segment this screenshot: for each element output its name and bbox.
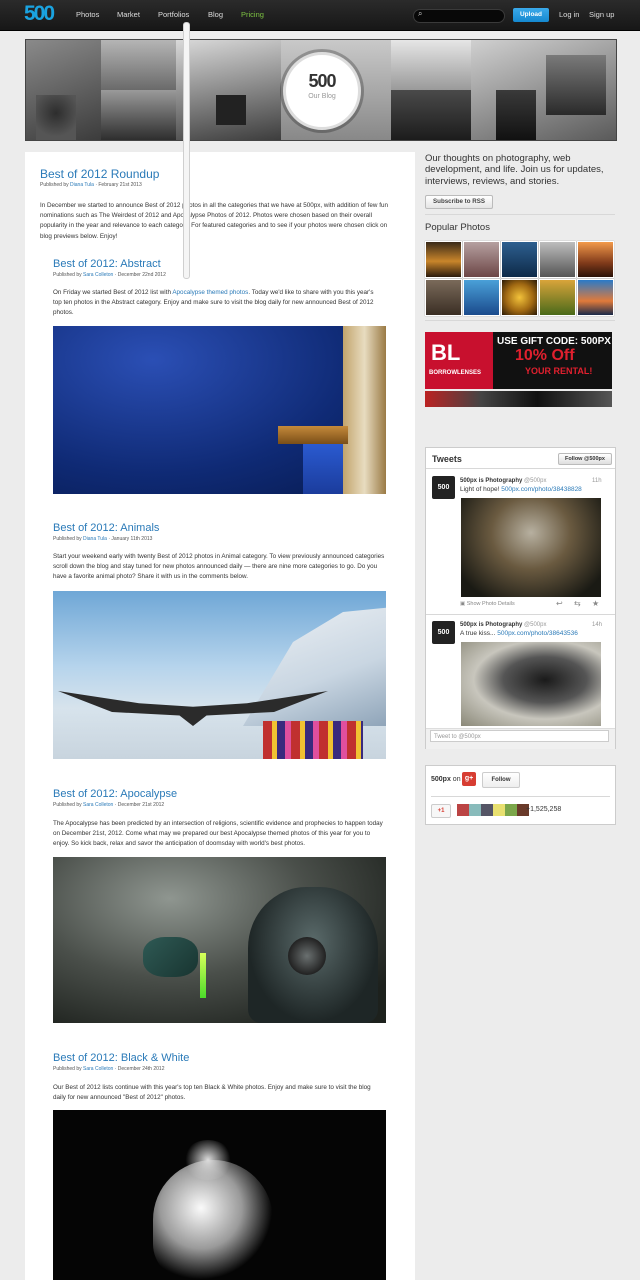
popular-photo-thumb[interactable] — [463, 241, 500, 278]
author-link[interactable]: Diana Tula — [70, 182, 94, 188]
author-link[interactable]: Sara Colleton — [83, 802, 113, 808]
author-link[interactable]: Diana Tula — [83, 536, 107, 542]
post-meta-apocalypse: Published by Sara Colleton · December 21… — [53, 802, 165, 808]
author-link[interactable]: Sara Colleton — [83, 1066, 113, 1072]
twitter-follow-button[interactable]: Follow @500px — [558, 453, 612, 465]
avatar — [505, 804, 517, 816]
post-image-animals[interactable] — [53, 591, 386, 759]
avatar — [481, 804, 493, 816]
popular-photo-thumb[interactable] — [539, 241, 576, 278]
badge-label: Our Blog — [308, 93, 336, 100]
tweets-widget: Tweets Follow @500px 500 500px is Photog… — [425, 447, 616, 749]
gplus-page-name: 500px on — [431, 776, 461, 783]
search-icon: ⌕ — [418, 9, 423, 18]
tweet-link[interactable]: 500px.com/photo/38438828 — [501, 486, 582, 493]
post-body-abstract: On Friday we started Best of 2012 list w… — [53, 289, 374, 317]
badge-logo: 500 — [308, 71, 336, 91]
subscribe-rss-button[interactable]: Subscribe to RSS — [425, 195, 493, 209]
blog-badge[interactable]: 500 Our Blog — [283, 52, 361, 130]
upload-button[interactable]: Upload — [513, 8, 549, 22]
nav-market[interactable]: Market — [117, 10, 140, 19]
reply-icon[interactable]: ↩ — [556, 599, 563, 608]
tweet-header: 500px is Photography @500px — [460, 622, 547, 628]
nav-portfolios[interactable]: Portfolios — [158, 10, 189, 19]
tweet-text: Light of hope! 500px.com/photo/38438828 — [460, 486, 582, 493]
ad-brand-sub: BORROWLENSES — [429, 370, 482, 376]
post-title-abstract[interactable]: Best of 2012: Abstract — [53, 258, 161, 270]
post-meta-animals: Published by Diana Tula · January 11th 2… — [53, 536, 153, 542]
post-meta-roundup: Published by Diana Tula · February 21st … — [40, 182, 142, 188]
plus-one-button[interactable]: +1 — [431, 804, 451, 818]
ad-rental: YOUR RENTAL! — [525, 366, 593, 376]
avatar[interactable]: 500 — [432, 476, 455, 499]
gplus-follow-button[interactable]: Follow — [482, 772, 520, 788]
post-body-roundup: In December we started to announce Best … — [40, 202, 388, 240]
tweet-photo[interactable] — [461, 642, 601, 726]
popular-photo-thumb[interactable] — [501, 241, 538, 278]
tweet-link[interactable]: 500px.com/photo/38643536 — [497, 630, 578, 637]
login-link[interactable]: Log in — [559, 10, 579, 19]
nav-photos[interactable]: Photos — [76, 10, 99, 19]
nav-pricing[interactable]: Pricing — [241, 10, 264, 19]
divider — [425, 214, 615, 215]
tweet-header: 500px is Photography @500px — [460, 478, 547, 484]
popular-photos-title: Popular Photos — [425, 222, 490, 233]
avatar — [493, 804, 505, 816]
post-body-animals: Start your weekend early with twenty Bes… — [53, 553, 385, 581]
gplus-icon[interactable]: g+ — [462, 772, 476, 786]
popular-photo-thumb[interactable] — [501, 279, 538, 316]
avatar — [469, 804, 481, 816]
avatar — [457, 804, 469, 816]
gplus-widget: 500px on g+ Follow +1 +1,525,258 — [425, 765, 616, 825]
retweet-icon[interactable]: ⇆ — [574, 599, 581, 608]
author-link[interactable]: Sara Colleton — [83, 272, 113, 278]
ad-code: USE GIFT CODE: 500PX — [497, 336, 611, 347]
post-body-bw: Our Best of 2012 lists continue with thi… — [53, 1084, 371, 1102]
favorite-icon[interactable]: ★ — [592, 599, 599, 608]
logo[interactable]: 500 — [24, 3, 55, 24]
vertical-scrollbar[interactable] — [183, 22, 190, 279]
ad-camera-strip[interactable] — [425, 391, 612, 407]
borrowlenses-ad[interactable]: BL BORROWLENSES USE GIFT CODE: 500PX 10%… — [425, 332, 612, 389]
post-title-apocalypse[interactable]: Best of 2012: Apocalypse — [53, 788, 177, 800]
search-input[interactable]: ⌕ — [413, 9, 505, 23]
post-meta-abstract: Published by Sara Colleton · December 22… — [53, 272, 166, 278]
tweet-time[interactable]: 14h — [592, 622, 602, 628]
tweet-compose-input[interactable]: Tweet to @500px — [430, 730, 609, 742]
post-body-apocalypse: The Apocalypse has been predicted by an … — [53, 820, 383, 848]
post-image-apocalypse[interactable] — [53, 857, 386, 1023]
tweet-text: A true kiss... 500px.com/photo/38643536 — [460, 630, 578, 637]
sidebar-intro: Our thoughts on photography, web develop… — [425, 153, 604, 187]
post-title-roundup[interactable]: Best of 2012 Roundup — [40, 167, 159, 181]
popular-photo-thumb[interactable] — [463, 279, 500, 316]
photo-icon: ▣ — [460, 601, 467, 607]
nav-blog[interactable]: Blog — [208, 10, 223, 19]
plus-one-count: +1,525,258 — [526, 806, 562, 813]
signup-link[interactable]: Sign up — [589, 10, 614, 19]
top-nav: 500 Photos Market Portfolios Blog Pricin… — [0, 0, 640, 31]
tweets-title: Tweets — [432, 454, 462, 464]
divider — [425, 320, 615, 321]
popular-photo-thumb[interactable] — [577, 279, 614, 316]
post-title-animals[interactable]: Best of 2012: Animals — [53, 522, 159, 534]
popular-photo-thumb[interactable] — [425, 241, 462, 278]
popular-photo-thumb[interactable] — [539, 279, 576, 316]
tweet-time[interactable]: 11h — [592, 478, 602, 484]
post-meta-bw: Published by Sara Colleton · December 24… — [53, 1066, 165, 1072]
popular-photo-thumb[interactable] — [425, 279, 462, 316]
post-image-bw[interactable] — [53, 1110, 386, 1280]
avatar[interactable]: 500 — [432, 621, 455, 644]
tweet-photo[interactable] — [461, 498, 601, 597]
apocalypse-themed-link[interactable]: Apocalypse themed photos — [172, 289, 248, 296]
show-photo-details-link[interactable]: ▣ Show Photo Details — [460, 601, 515, 607]
post-title-bw[interactable]: Best of 2012: Black & White — [53, 1052, 189, 1064]
popular-photo-thumb[interactable] — [577, 241, 614, 278]
post-image-abstract[interactable] — [53, 326, 386, 494]
ad-discount: 10% Off — [515, 347, 575, 364]
ad-brand: BL — [431, 340, 461, 365]
